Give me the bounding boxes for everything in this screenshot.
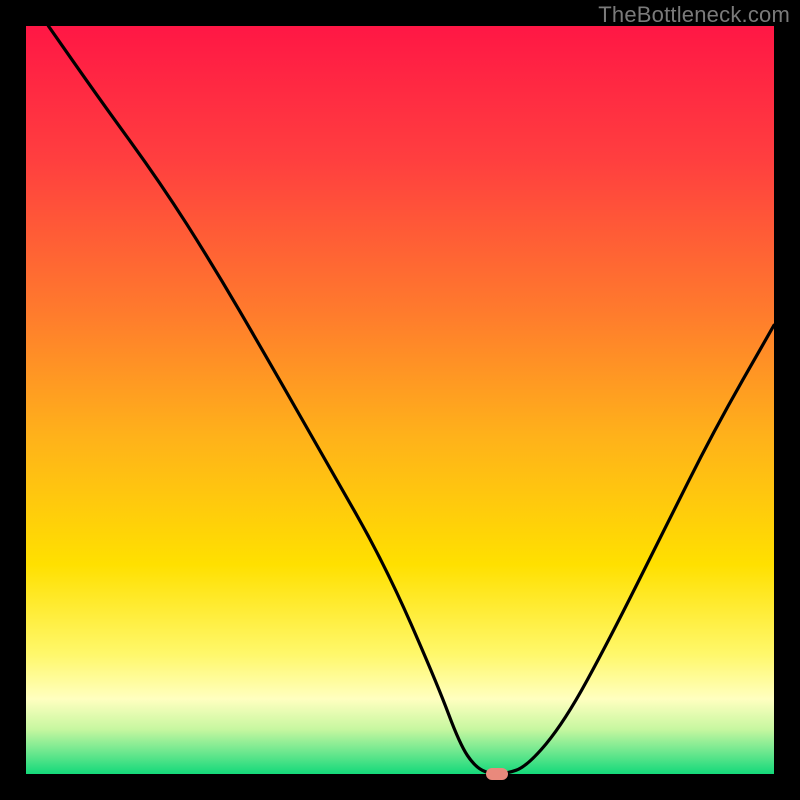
attribution-text: TheBottleneck.com: [598, 2, 790, 28]
bottleneck-chart: [26, 26, 774, 774]
chart-background: [26, 26, 774, 774]
optimal-point-marker: [486, 768, 508, 780]
